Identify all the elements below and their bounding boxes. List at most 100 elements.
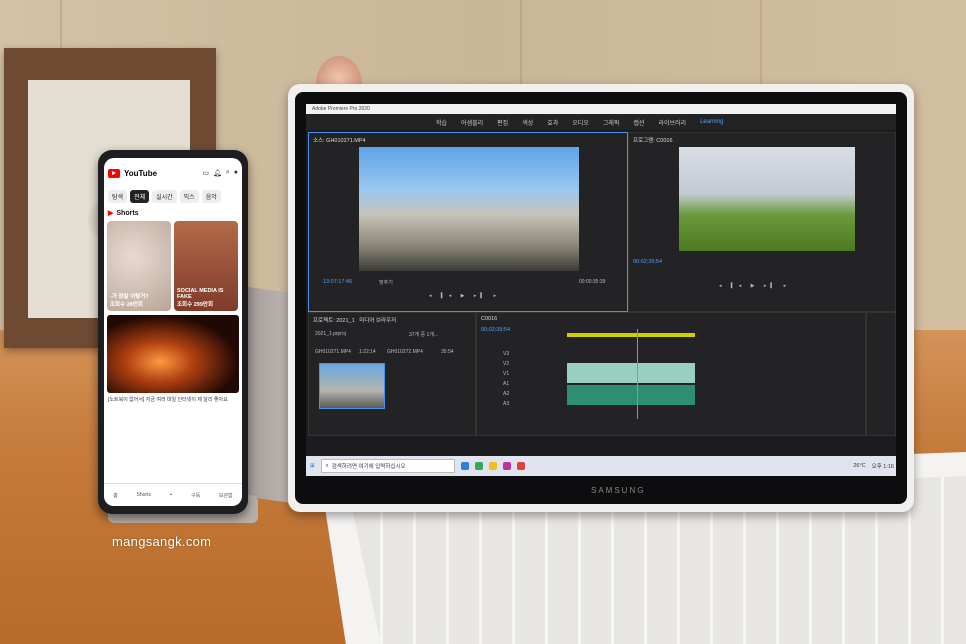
shorts-row: -가 정말 이렇거? 조회수 28만회 SOCIAL MEDIA IS FAKE…	[104, 221, 242, 311]
chip[interactable]: 실시간	[152, 190, 177, 203]
windows-start-icon[interactable]: ⊞	[310, 463, 315, 469]
phone-screen: YouTube ▭ 🔔︎ ⌕ ● 탐색 전체 실시간 믹스 음악 ▶ Short…	[104, 158, 242, 506]
short-card[interactable]: -가 정말 이렇거? 조회수 28만회	[107, 221, 171, 311]
clip-thumbnail[interactable]	[319, 363, 385, 409]
nav-item-shorts[interactable]: Shorts	[137, 492, 151, 498]
short-caption: -가 정말 이렇거? 조회수 28만회	[110, 292, 168, 308]
program-video-frame	[679, 147, 855, 251]
track-label[interactable]: A1	[503, 381, 509, 387]
premiere-icon[interactable]	[502, 462, 511, 470]
clip-duration: 35:54	[441, 349, 454, 355]
video-title[interactable]: [노트북이 없어서] 지금 여러 대일 인터넷이 제 달리 좋아요	[104, 393, 242, 406]
nav-item-home[interactable]: 홈	[113, 492, 118, 499]
bell-icon[interactable]: 🔔︎	[213, 169, 222, 177]
nav-item-create[interactable]: +	[170, 492, 173, 498]
watermark: mangsangk.com	[112, 534, 212, 549]
source-title: 소스: GH010271.MP4	[313, 138, 366, 144]
menu-item[interactable]: 학습	[436, 118, 447, 127]
program-transport-controls[interactable]: ◂ ▍◂ ▶ ▸▍ ▸	[719, 283, 790, 289]
smartphone: YouTube ▭ 🔔︎ ⌕ ● 탐색 전체 실시간 믹스 음악 ▶ Short…	[98, 150, 248, 514]
menu-item[interactable]: 색상	[522, 118, 533, 127]
avatar[interactable]: ●	[234, 169, 238, 177]
menu-item[interactable]: 캡션	[633, 118, 644, 127]
project-tabs: 프로젝트: 2021_1 미디어 브라우저	[309, 313, 475, 327]
track-label[interactable]: A3	[503, 401, 509, 407]
windows-taskbar: ⊞ ⌕ 검색하려면 여기에 입력하십시오 26°C 오후 1:16	[306, 456, 896, 476]
sequence-tab[interactable]: C0016	[477, 313, 865, 325]
clock[interactable]: 오후 1:16	[872, 462, 894, 470]
video-thumbnail[interactable]	[107, 315, 239, 393]
chip[interactable]: 음악	[201, 190, 221, 203]
chip[interactable]: 탐색	[108, 190, 128, 203]
project-file: 2021_1.prproj	[315, 331, 346, 337]
video-clip[interactable]	[567, 363, 695, 373]
search-icon[interactable]: ⌕	[226, 169, 230, 177]
edge-icon[interactable]	[474, 462, 483, 470]
track-label[interactable]: V3	[503, 351, 509, 357]
menu-item[interactable]: 오디오	[572, 118, 589, 127]
search-icon: ⌕	[325, 462, 329, 469]
short-title: -가 정말 이렇거?	[110, 294, 149, 300]
chip[interactable]: 믹스	[179, 190, 199, 203]
menu-item[interactable]: 그래픽	[603, 118, 620, 127]
app-icon[interactable]	[516, 462, 525, 470]
laptop-screen: Adobe Premiere Pro 2020 학습 어셈블리 편집 색상 효과…	[306, 104, 896, 476]
source-monitor: 소스: GH010271.MP4 13:07:17:46 맞추기 00:00:3…	[308, 132, 628, 312]
clip-name[interactable]: GH010272.MP4	[387, 349, 423, 355]
taskbar-search-placeholder: 검색하려면 여기에 입력하십시오	[331, 464, 406, 470]
items-count: 37개 중 1개...	[409, 332, 439, 338]
short-caption: SOCIAL MEDIA IS FAKE 조회수 299만회	[177, 288, 235, 308]
playhead[interactable]	[637, 329, 638, 419]
task-view-icon[interactable]	[460, 462, 469, 470]
project-panel: 프로젝트: 2021_1 미디어 브라우저 2021_1.prproj 37개 …	[308, 312, 476, 436]
track-label[interactable]: A2	[503, 391, 509, 397]
audio-clip[interactable]	[567, 395, 695, 405]
taskbar-search-input[interactable]: ⌕ 검색하려면 여기에 입력하십시오	[320, 459, 455, 473]
short-views: 조회수 299만회	[177, 302, 214, 308]
audio-clip[interactable]	[567, 385, 695, 395]
clip-name[interactable]: GH010271.MP4	[315, 349, 351, 355]
source-duration: 00:00:35:39	[579, 279, 606, 285]
laptop-brand-logo: SAMSUNG	[591, 486, 646, 495]
cast-icon[interactable]: ▭	[202, 169, 209, 177]
menu-item-active[interactable]: Learning	[700, 119, 723, 125]
clip-duration: 1:22:14	[359, 349, 376, 355]
nav-item-library[interactable]: 보관함	[219, 492, 233, 499]
folder-icon[interactable]	[488, 462, 497, 470]
chip[interactable]: 전체	[130, 190, 150, 203]
track-label[interactable]: V2	[503, 361, 509, 367]
short-card[interactable]: SOCIAL MEDIA IS FAKE 조회수 299만회	[174, 221, 238, 311]
workspace-menu: 학습 어셈블리 편집 색상 효과 오디오 그래픽 캡션 라이브러리 Learni…	[306, 114, 896, 130]
youtube-logo-icon	[108, 168, 120, 178]
short-views: 조회수 28만회	[110, 302, 143, 308]
window-title-bar: Adobe Premiere Pro 2020	[306, 104, 896, 114]
source-timecode: 13:07:17:46	[323, 279, 353, 285]
weather[interactable]: 26°C	[853, 463, 865, 469]
program-timecode: 00:02;39;54	[633, 259, 663, 265]
tab-project[interactable]: 프로젝트: 2021_1	[313, 318, 355, 324]
track-label[interactable]: V1	[503, 371, 509, 377]
app-name: YouTube	[124, 168, 158, 178]
menu-item[interactable]: 효과	[547, 118, 558, 127]
timeline-timecode: 00;02;39;54	[481, 327, 511, 333]
bottom-nav: 홈 Shorts + 구독 보관함	[104, 483, 242, 506]
menu-item[interactable]: 어셈블리	[461, 118, 483, 127]
short-title: SOCIAL MEDIA IS FAKE	[177, 288, 224, 300]
shorts-icon: ▶	[108, 210, 114, 217]
menu-item[interactable]: 편집	[497, 118, 508, 127]
laptop-lid: Adobe Premiere Pro 2020 학습 어셈블리 편집 색상 효과…	[288, 84, 914, 512]
timeline-panel: C0016 00;02;39;54 V3 V2 V1 A1 A2 A3	[476, 312, 866, 436]
program-title: 프로그램: C0016	[633, 138, 673, 144]
tab-media-browser[interactable]: 미디어 브라우저	[359, 318, 396, 324]
work-area-bar[interactable]	[567, 333, 695, 337]
video-clip[interactable]	[567, 373, 695, 383]
nav-item-subscriptions[interactable]: 구독	[191, 492, 200, 499]
menu-item[interactable]: 라이브러리	[658, 118, 686, 127]
transport-controls[interactable]: ◂ ▍◂ ▶ ▸▍ ▸	[429, 293, 500, 299]
shorts-section-title: ▶ Shorts	[104, 205, 242, 221]
source-fit-select[interactable]: 맞추기	[379, 279, 393, 286]
source-video-frame	[359, 147, 579, 271]
header-icons: ▭ 🔔︎ ⌕ ●	[202, 169, 238, 177]
laptop-bezel: Adobe Premiere Pro 2020 학습 어셈블리 편집 색상 효과…	[295, 92, 907, 504]
shorts-label: Shorts	[116, 209, 139, 217]
